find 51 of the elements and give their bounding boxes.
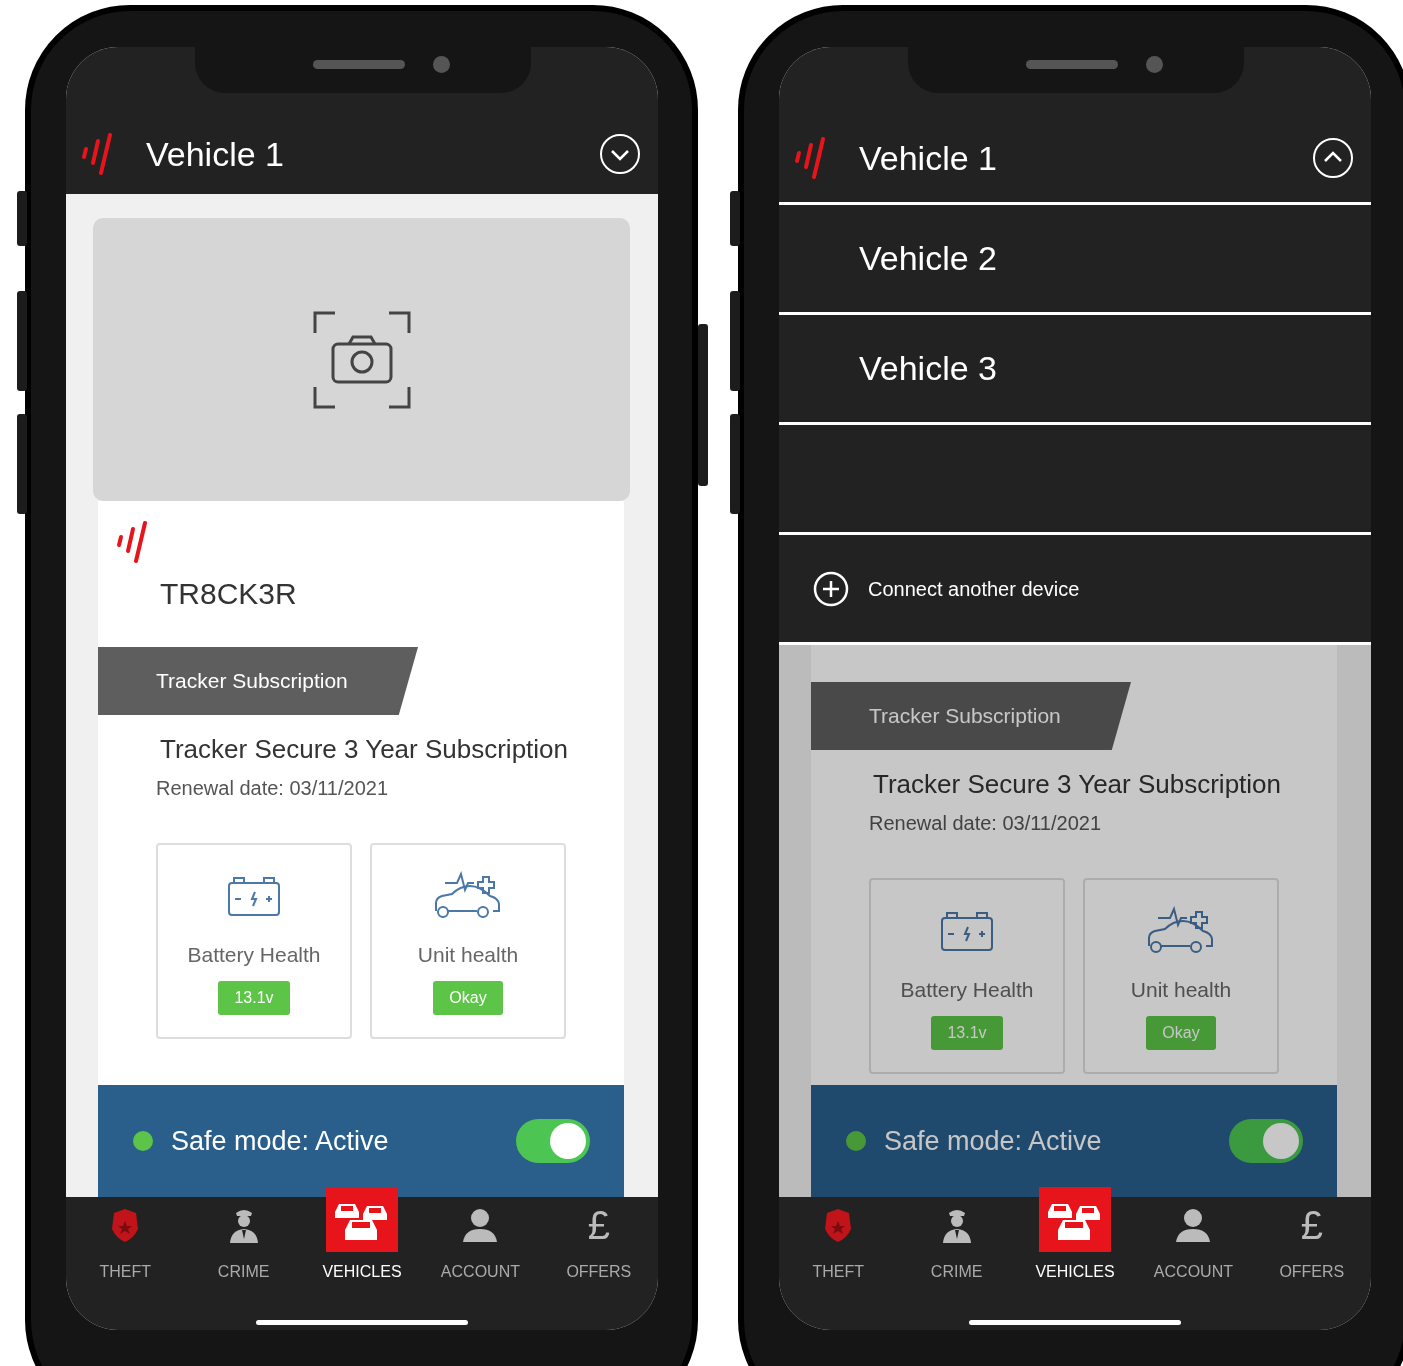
battery-icon (939, 910, 995, 952)
nav-tab[interactable]: £ OFFERS (539, 1197, 658, 1284)
vehicle-title: Vehicle 1 (146, 133, 284, 175)
device-name: TR8CK3R (160, 577, 298, 611)
tile-label: Unit health (417, 942, 519, 968)
nav-tab[interactable]: VEHICLES (302, 1187, 422, 1284)
status-badge: 13.1v (931, 1015, 1003, 1050)
status-badge: Okay (433, 980, 503, 1015)
shield-icon (823, 1206, 854, 1243)
vehicle-title: Vehicle 1 (859, 137, 997, 179)
tile-label: Battery Health (900, 977, 1034, 1003)
status-badge: 13.1v (218, 980, 290, 1015)
tile-label: Unit health (1130, 977, 1232, 1003)
safe-mode-label: Safe mode: Active (884, 1124, 1102, 1158)
camera-icon (312, 310, 411, 409)
nav-tab[interactable]: THEFT (779, 1197, 898, 1284)
toggle-switch[interactable] (1229, 1119, 1303, 1163)
chevron-icon[interactable] (1312, 137, 1354, 179)
car-health-icon (433, 871, 503, 921)
connect-device-row[interactable]: Connect another device (779, 535, 1371, 645)
safe-mode-label: Safe mode: Active (171, 1124, 389, 1158)
person-icon (1175, 1207, 1212, 1242)
person-icon (462, 1207, 499, 1242)
pound-icon: £ (1300, 1204, 1323, 1245)
nav-tab[interactable]: ACCOUNT (1134, 1197, 1253, 1284)
camera-dot (433, 56, 450, 73)
shield-icon (110, 1206, 141, 1243)
nav-tab[interactable]: VEHICLES (1015, 1187, 1135, 1284)
pound-icon: £ (587, 1204, 610, 1245)
camera-dot (1146, 56, 1163, 73)
connect-device-label: Connect another device (868, 576, 1080, 602)
renewal-date: Renewal date: 03/11/2021 (156, 776, 390, 801)
nav-tab[interactable]: THEFT (66, 1197, 185, 1284)
nav-tab[interactable]: ACCOUNT (421, 1197, 540, 1284)
nav-tab[interactable]: CRIME (897, 1197, 1016, 1284)
vehicle-menu-item[interactable]: Vehicle 3 (779, 315, 1371, 425)
section-banner: Tracker Subscription (98, 647, 418, 715)
toggle-switch[interactable] (516, 1119, 590, 1163)
tile-label: Battery Health (187, 942, 321, 968)
status-badge: Okay (1146, 1015, 1216, 1050)
plus-circle-icon (813, 570, 849, 607)
vehicle-menu-item[interactable]: Vehicle 2 (779, 205, 1371, 315)
plan-name: Tracker Secure 3 Year Subscription (160, 733, 570, 765)
plan-name: Tracker Secure 3 Year Subscription (873, 768, 1283, 800)
battery-icon (226, 875, 282, 917)
chevron-icon[interactable] (599, 133, 641, 175)
section-banner: Tracker Subscription (811, 682, 1131, 750)
renewal-date: Renewal date: 03/11/2021 (869, 811, 1103, 836)
nav-tab[interactable]: CRIME (184, 1197, 303, 1284)
nav-tab[interactable]: £ OFFERS (1252, 1197, 1371, 1284)
car-health-icon (1146, 906, 1216, 956)
